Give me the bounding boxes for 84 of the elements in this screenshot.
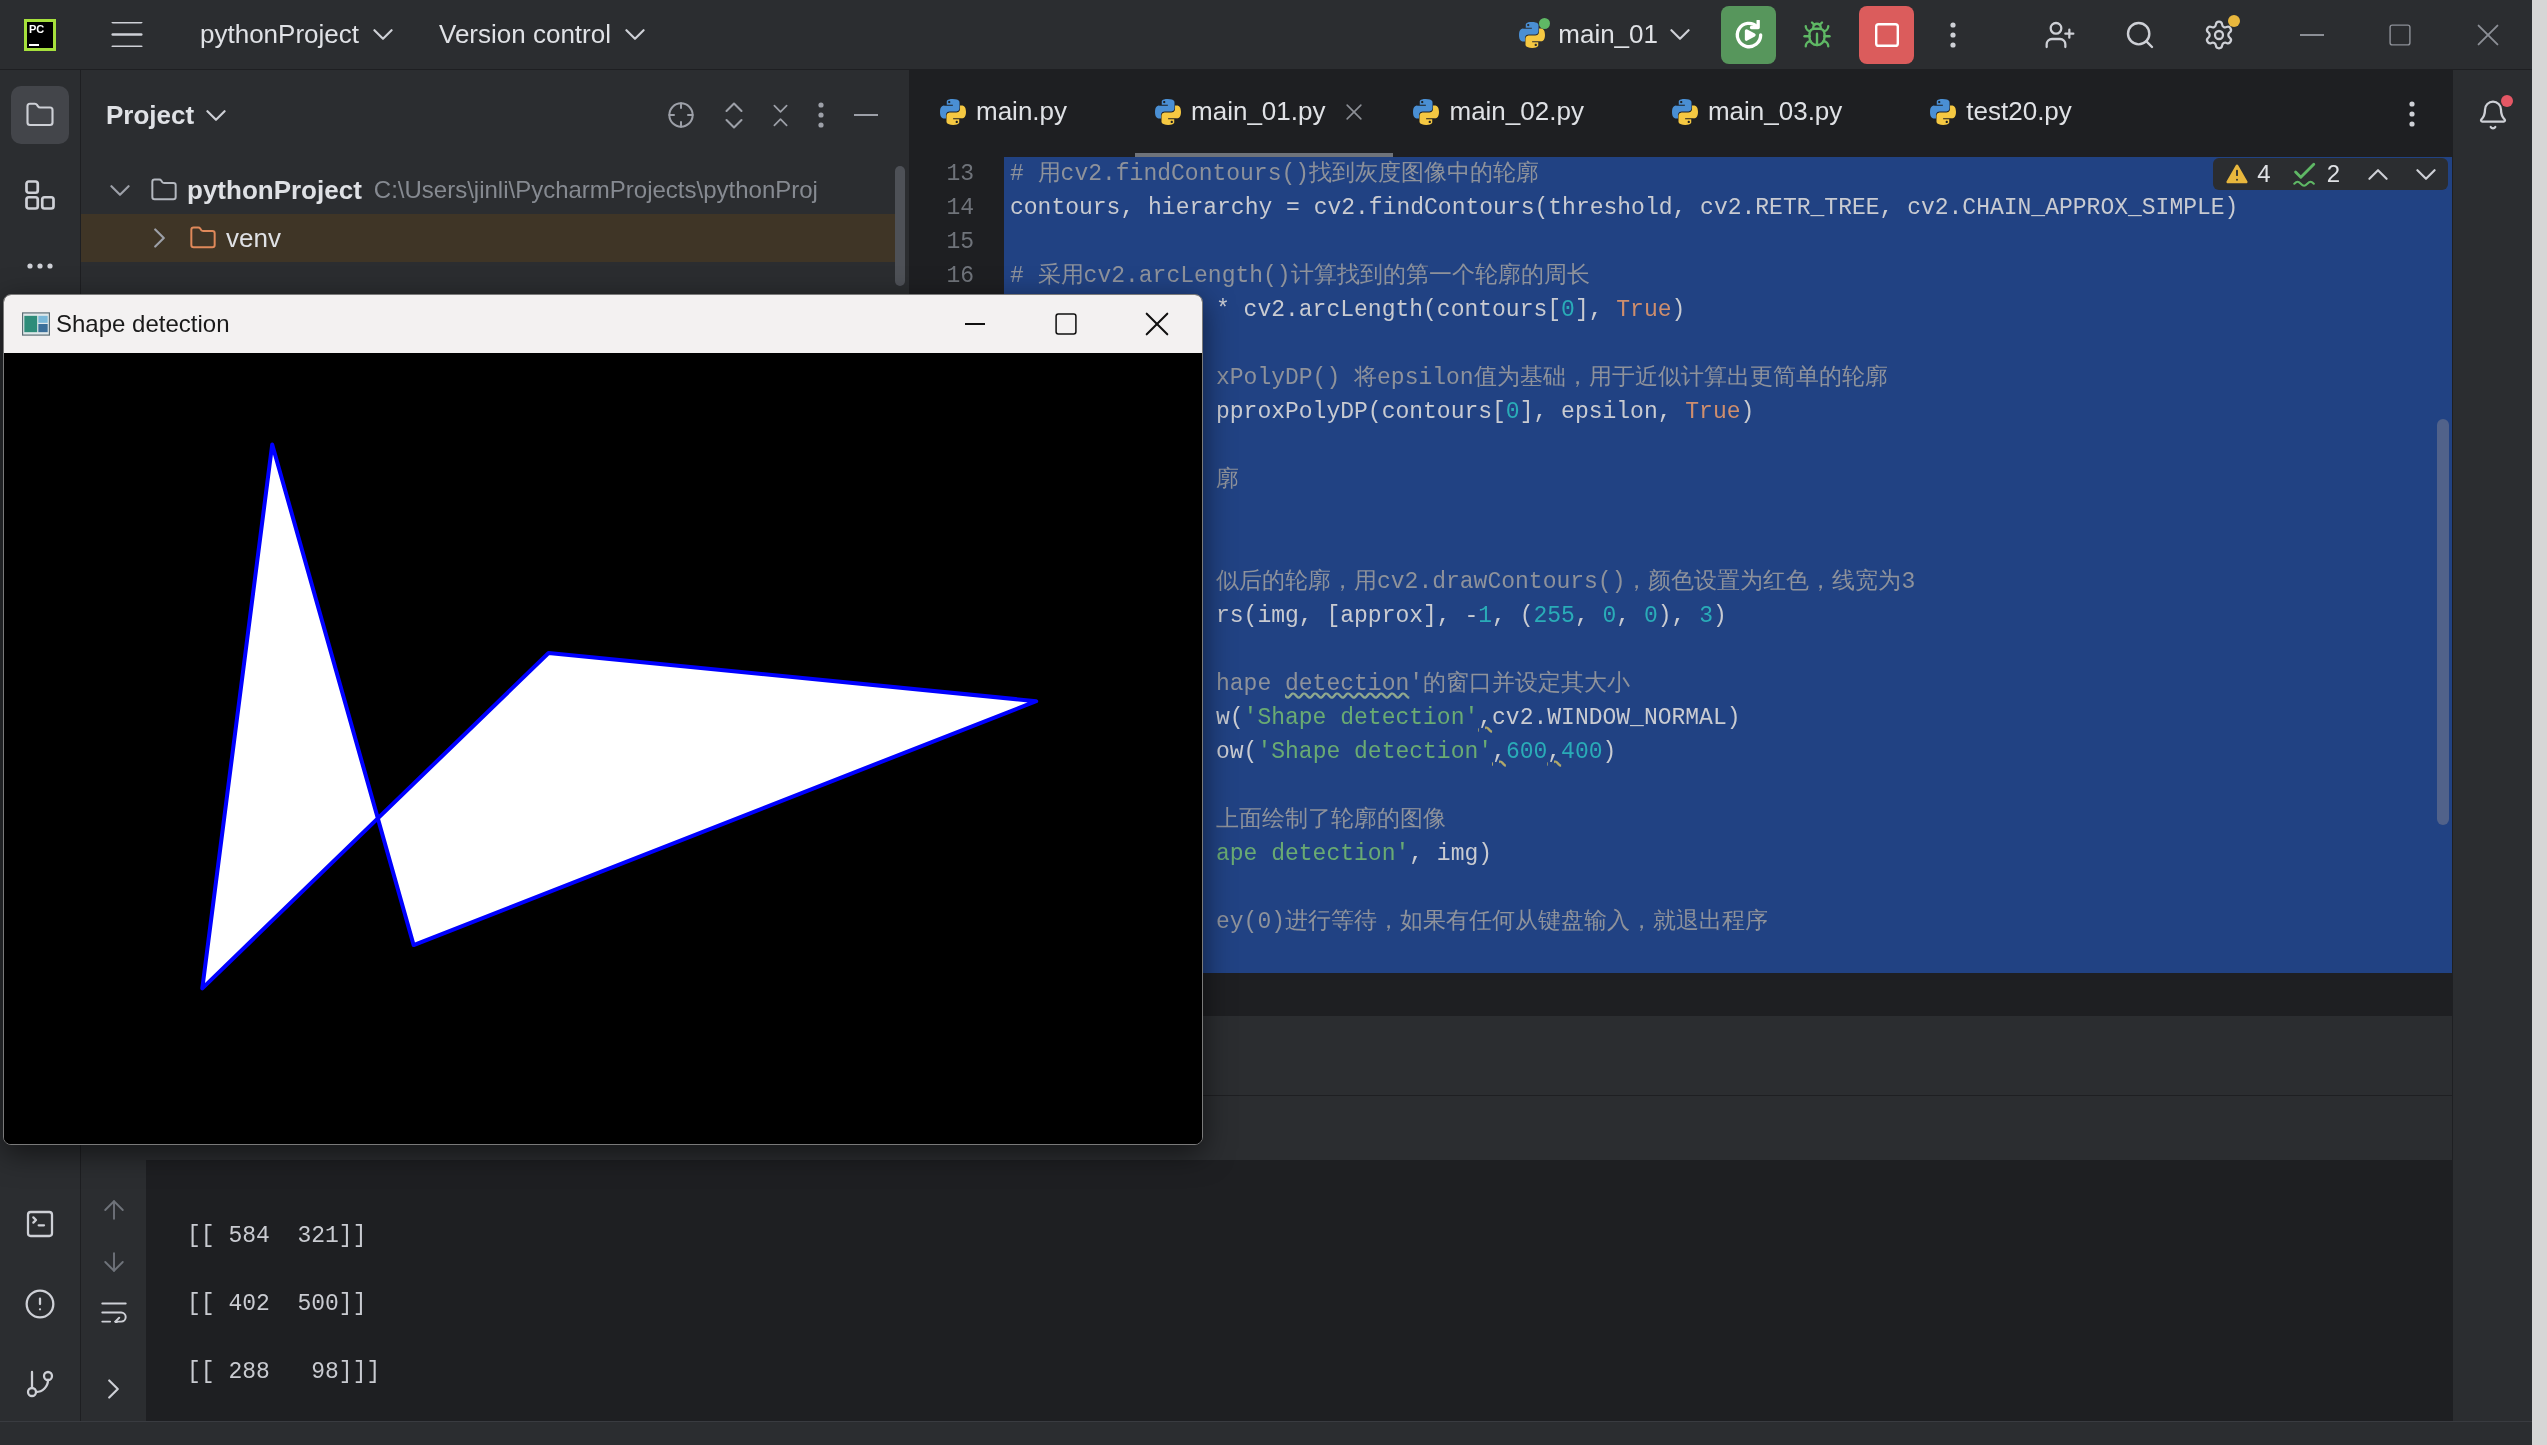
scrollbar-thumb[interactable]	[2437, 419, 2449, 825]
inspection-widget[interactable]: 4 2	[2213, 158, 2448, 190]
more-icon[interactable]	[818, 102, 824, 128]
editor-tab[interactable]: main.py	[920, 70, 1136, 157]
warning-icon	[2225, 162, 2250, 186]
stop-icon	[1874, 22, 1899, 47]
code-line: xPolyDP() 将epsilon值为基础，用于近似计算出更简单的轮廓	[1216, 363, 1888, 393]
window-title: Shape detection	[56, 309, 230, 339]
project-tool-button[interactable]	[11, 86, 69, 144]
chevron-down-icon	[206, 108, 227, 122]
maximize-icon	[1054, 313, 1077, 335]
line-number: 14	[946, 194, 974, 223]
tree-item-label[interactable]: pythonProject	[187, 170, 362, 210]
stop-button[interactable]	[1859, 5, 1914, 64]
bug-icon	[1802, 19, 1832, 50]
code-line: rs(img, [approx], -1, (255, 0, 0), 3)	[1216, 602, 1727, 631]
console-line: [[ 402 500]]	[187, 1290, 367, 1319]
scrollbar-thumb[interactable]	[895, 166, 905, 286]
code-line: pproxPolyDP(contours[0], epsilon, True)	[1216, 398, 1755, 427]
app-logo: PC	[24, 18, 56, 51]
soft-wrap-icon[interactable]	[100, 1302, 127, 1323]
editor-tab[interactable]: test20.py	[1910, 70, 2140, 157]
more-icon	[1950, 21, 1956, 48]
minimize-icon	[964, 323, 985, 325]
python-file-icon	[1413, 98, 1440, 125]
rerun-button[interactable]	[1721, 5, 1776, 64]
arrow-down-icon[interactable]	[103, 1252, 124, 1272]
warning-count: 4	[2257, 159, 2271, 189]
vcs-selector[interactable]: Version control	[427, 10, 657, 59]
line-number: 15	[946, 228, 974, 257]
editor-tab[interactable]: main_03.py	[1651, 70, 1911, 157]
python-file-icon	[1930, 98, 1957, 125]
maximize-icon	[2389, 23, 2411, 46]
code-line: hape detection'的窗口并设定其大小	[1216, 669, 1631, 699]
menu-icon	[111, 22, 143, 47]
settings-icon	[2203, 18, 2235, 51]
close-icon	[2477, 23, 2499, 46]
python-file-icon	[1671, 98, 1698, 125]
window-app-icon	[22, 312, 50, 336]
code-line: ow('Shape detection',600,400)	[1216, 738, 1617, 767]
chevron-right-icon[interactable]	[107, 1379, 120, 1399]
more-icon	[27, 263, 53, 269]
code-line: 廓	[1216, 465, 1239, 495]
code-line: # 用cv2.findContours()找到灰度图像中的轮廓	[1010, 159, 1540, 189]
code-line: # 采用cv2.arcLength()计算找到的第一个轮廓的周长	[1010, 261, 1590, 291]
crosshair-icon[interactable]	[667, 101, 695, 129]
code-line: 似后的轮廓，用cv2.drawContours()，颜色设置为红色，线宽为3	[1216, 567, 1916, 597]
chevron-down-icon	[373, 28, 393, 41]
exclamation-circle-icon	[24, 1288, 56, 1320]
editor-tab[interactable]: main_02.py	[1393, 70, 1652, 157]
code-line: * cv2.arcLength(contours[0], True)	[1216, 296, 1686, 325]
more-icon	[2409, 100, 2415, 127]
python-file-icon	[1155, 98, 1182, 125]
python-icon	[1519, 21, 1546, 48]
project-path: C:\Users\jinli\PycharmProjects\pythonProj	[373, 175, 818, 205]
code-line: 上面绘制了轮廓的图像	[1216, 805, 1446, 835]
project-view-selector[interactable]: Project	[106, 95, 227, 135]
code-line: contours, hierarchy = cv2.findContours(threshold, cv2.RETR_TREE, cv2.CHAIN_APPROX_SIMPLE)	[1010, 194, 2239, 223]
code-line: w('Shape detection',cv2.WINDOW_NORMAL)	[1216, 704, 1741, 733]
minimize-icon	[2300, 33, 2324, 36]
branch-icon	[24, 1368, 56, 1400]
chevron-right-icon[interactable]	[152, 228, 166, 248]
squares-icon	[25, 180, 55, 210]
terminal-icon	[24, 1208, 56, 1240]
python-file-icon	[940, 98, 966, 125]
code-line: ape detection', img)	[1216, 840, 1493, 869]
close-tab-icon[interactable]	[1346, 103, 1363, 120]
run-config-selector[interactable]: main_01	[1506, 10, 1702, 59]
rerun-icon	[1733, 19, 1764, 50]
console-line: [[ 288 98]]]	[187, 1358, 381, 1387]
line-number: 16	[946, 262, 974, 291]
chevron-up-icon[interactable]	[2368, 167, 2388, 181]
chevron-down-icon[interactable]	[2416, 167, 2436, 181]
chevron-down-icon	[1670, 28, 1690, 41]
weak-warning-count: 2	[2326, 159, 2340, 189]
tree-item-label[interactable]: venv	[226, 218, 281, 258]
console-line: [[ 584 321]]	[187, 1222, 367, 1251]
chevron-down-icon	[624, 28, 645, 41]
chevron-down-icon[interactable]	[110, 183, 130, 197]
line-number: 13	[946, 160, 974, 189]
expand-icon[interactable]	[725, 101, 743, 129]
project-selector[interactable]: pythonProject	[188, 10, 405, 59]
code-line: ey(0)进行等待，如果有任何从键盘输入，就退出程序	[1216, 907, 1768, 937]
close-icon	[1144, 312, 1169, 336]
